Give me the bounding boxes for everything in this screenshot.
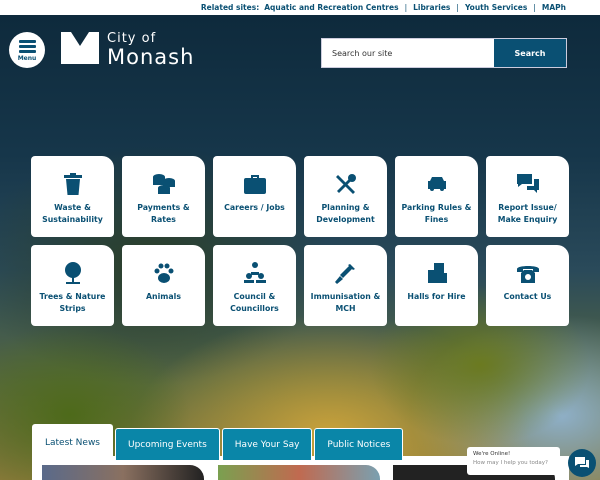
coins-icon — [152, 172, 176, 196]
people-icon — [243, 261, 267, 285]
tile-waste[interactable]: Waste & Sustainability — [31, 156, 114, 237]
tile-label: Halls for Hire — [407, 292, 466, 301]
link-aquatic[interactable]: Aquatic and Recreation Centres — [264, 3, 398, 12]
tile-label: Council & Councillors — [230, 292, 279, 313]
paw-icon — [152, 261, 176, 285]
tile-careers[interactable]: Careers / Jobs — [213, 156, 296, 237]
tile-trees[interactable]: Trees & Nature Strips — [31, 245, 114, 326]
tile-halls[interactable]: Halls for Hire — [395, 245, 478, 326]
tile-parking[interactable]: Parking Rules & Fines — [395, 156, 478, 237]
related-sites-label: Related sites: — [200, 3, 260, 12]
hamburger-line — [18, 49, 36, 53]
search-input[interactable] — [322, 39, 494, 67]
trash-icon — [61, 172, 85, 196]
tile-label: Parking Rules & Fines — [401, 203, 472, 224]
news-tabs: Latest News Upcoming Events Have Your Sa… — [32, 424, 405, 460]
news-card-image[interactable] — [42, 465, 204, 480]
tile-label: Careers / Jobs — [224, 203, 285, 212]
building-icon — [425, 261, 449, 285]
logo-line2: Monash — [107, 45, 195, 69]
tab-latest-news[interactable]: Latest News — [32, 424, 113, 460]
tile-report-issue[interactable]: Report Issue/ Make Enquiry — [486, 156, 569, 237]
divider: | — [456, 3, 459, 12]
quick-links: Waste & Sustainability Payments & Rates … — [31, 156, 569, 326]
tab-public-notices[interactable]: Public Notices — [314, 428, 404, 460]
tree-icon — [61, 261, 85, 285]
monash-logo-icon — [61, 32, 99, 64]
tile-label: Waste & Sustainability — [42, 203, 103, 224]
car-icon — [425, 172, 449, 196]
chat-subtitle: How may I help you today? — [473, 460, 548, 466]
divider: | — [404, 3, 408, 12]
syringe-icon — [334, 261, 358, 285]
tile-animals[interactable]: Animals — [122, 245, 205, 326]
tile-label: Report Issue/ Make Enquiry — [497, 203, 558, 224]
link-libraries[interactable]: Libraries — [413, 3, 450, 12]
tile-label: Animals — [146, 292, 181, 301]
tile-label: Payments & Rates — [137, 203, 190, 224]
link-youth-services[interactable]: Youth Services — [465, 3, 527, 12]
chat-icon — [575, 457, 589, 468]
search-button[interactable]: Search — [494, 39, 566, 67]
tab-have-your-say[interactable]: Have Your Say — [221, 428, 313, 460]
chat-title: We're Online! — [473, 451, 511, 457]
tile-contact[interactable]: Contact Us — [486, 245, 569, 326]
phone-icon — [516, 261, 540, 285]
tile-planning[interactable]: Planning & Development — [304, 156, 387, 237]
tile-immunisation[interactable]: Immunisation & MCH — [304, 245, 387, 326]
search-form: Search — [321, 38, 567, 68]
link-maph[interactable]: MAPh — [542, 3, 566, 12]
divider: | — [533, 3, 536, 12]
related-sites-bar: Related sites: Aquatic and Recreation Ce… — [0, 0, 600, 15]
tile-label: Planning & Development — [316, 203, 375, 224]
briefcase-icon — [243, 172, 267, 196]
chat-button[interactable] — [568, 449, 596, 477]
tile-label: Immunisation & MCH — [310, 292, 381, 313]
logo[interactable]: City of Monash — [61, 32, 194, 68]
logo-line1: City of — [107, 31, 157, 46]
tile-council[interactable]: Council & Councillors — [213, 245, 296, 326]
menu-label: Menu — [17, 54, 37, 62]
tile-label: Contact Us — [503, 292, 552, 301]
tile-label: Trees & Nature Strips — [39, 292, 106, 313]
hamburger-icon — [18, 39, 36, 43]
tile-payments[interactable]: Payments & Rates — [122, 156, 205, 237]
hamburger-line — [18, 44, 36, 48]
chat-popup[interactable]: We're Online! How may I help you today? — [467, 447, 560, 475]
tools-icon — [334, 172, 358, 196]
tab-upcoming-events[interactable]: Upcoming Events — [115, 428, 220, 460]
chat-bubbles-icon — [516, 172, 540, 196]
menu-button[interactable]: Menu — [9, 32, 45, 68]
news-card-image[interactable] — [218, 465, 380, 480]
